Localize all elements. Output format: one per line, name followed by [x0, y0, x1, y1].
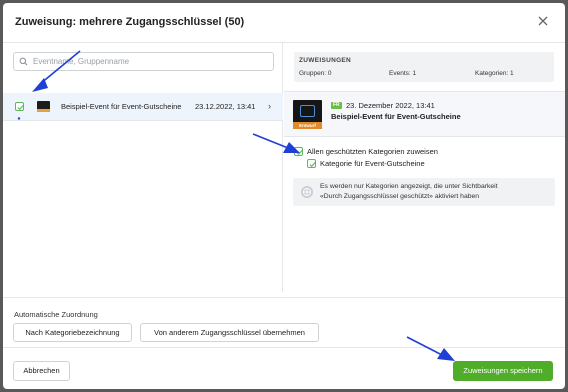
copy-from-other-key-button[interactable]: Von anderem Zugangsschlüssel übernehmen [140, 323, 319, 342]
modal-header: Zuweisung: mehrere Zugangsschlüssel (50) [3, 3, 565, 43]
info-notice: Es werden nur Kategorien angezeigt, die … [293, 178, 555, 206]
groups-count: Gruppen: 0 [299, 70, 332, 77]
annotation-arrow-icon [32, 50, 81, 92]
info-text-line2: «Durch Zugangsschlüssel geschützt» aktiv… [320, 193, 480, 200]
cancel-button[interactable]: Abbrechen [13, 361, 70, 381]
event-checkbox[interactable] [15, 102, 24, 111]
event-detail-name: Beispiel-Event für Event-Gutscheine [331, 112, 461, 121]
checkbox-checked-icon [309, 162, 316, 168]
assignment-detail-panel: ZUWEISUNGEN Gruppen: 0 Events: 1 Kategor… [284, 43, 565, 292]
event-thumbnail [37, 101, 50, 112]
event-date: 23.12.2022, 13:41 [195, 102, 256, 111]
categories-count: Kategorien: 1 [475, 70, 514, 77]
info-text-line1: Es werden nur Kategorien angezeigt, die … [320, 183, 498, 190]
assignment-modal: Zuweisung: mehrere Zugangsschlüssel (50)… [3, 3, 565, 389]
annotation-arrow-icon [252, 133, 300, 153]
chevron-right-icon[interactable]: › [268, 101, 271, 111]
cursor-dot-icon [17, 117, 21, 120]
modal-footer: Abbrechen Zuweisungen speichern [3, 347, 565, 389]
event-image-banner: Entwurf [299, 123, 316, 128]
events-count: Events: 1 [389, 70, 417, 77]
save-assignments-button[interactable]: Zuweisungen speichern [453, 361, 553, 381]
event-detail-date: 23. Dezember 2022, 13:41 [346, 101, 435, 110]
category-checkbox[interactable] [307, 159, 316, 168]
annotation-arrow-icon [406, 336, 455, 361]
event-image: Entwurf [293, 100, 322, 129]
all-categories-label: Allen geschützten Kategorien zuweisen [307, 147, 438, 156]
selected-event-card: Entwurf FR 23. Dezember 2022, 13:41 Beis… [284, 91, 565, 137]
assignments-heading: ZUWEISUNGEN [299, 57, 352, 64]
event-list-item[interactable]: Beispiel-Event für Event-Gutscheine 23.1… [3, 93, 283, 121]
close-icon[interactable] [535, 13, 551, 29]
auto-assign-section: Automatische Zuordnung Nach Kategoriebez… [3, 297, 565, 347]
globe-icon [301, 186, 313, 198]
category-label: Kategorie für Event-Gutscheine [320, 159, 425, 168]
assignments-summary: ZUWEISUNGEN Gruppen: 0 Events: 1 Kategor… [294, 52, 554, 82]
by-category-button[interactable]: Nach Kategoriebezeichnung [13, 323, 132, 342]
language-badge: FR [331, 102, 342, 109]
checkbox-checked-icon [17, 105, 24, 111]
modal-title: Zuweisung: mehrere Zugangsschlüssel (50) [15, 16, 245, 28]
auto-assign-label: Automatische Zuordnung [14, 310, 98, 319]
event-title: Beispiel-Event für Event-Gutscheine [61, 102, 182, 111]
